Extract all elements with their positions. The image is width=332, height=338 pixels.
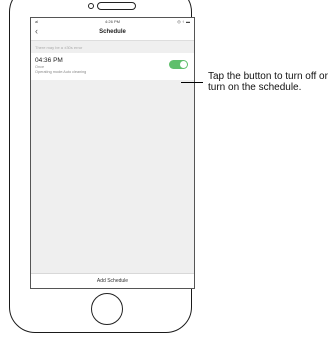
status-bar: al 4:26 PM ◎ ♀ ▬ — [31, 18, 194, 25]
schedule-mode: Operating mode:Auto cleaning — [35, 70, 87, 74]
page-title: Schedule — [99, 29, 126, 35]
schedule-toggle[interactable] — [169, 60, 188, 69]
speaker-grille — [97, 2, 136, 10]
add-schedule-button[interactable]: Add Schedule — [31, 273, 194, 288]
app-screen: al 4:26 PM ◎ ♀ ▬ ‹ Schedule There may be… — [30, 17, 195, 289]
status-icons: ◎ ♀ ▬ — [177, 19, 190, 24]
toggle-knob — [180, 61, 187, 68]
callout-text: Tap the button to turn off or turn on th… — [208, 71, 328, 93]
phone-frame: al 4:26 PM ◎ ♀ ▬ ‹ Schedule There may be… — [9, 0, 195, 333]
error-notice: There may be a ±30s error — [35, 45, 83, 50]
callout-leader-line — [181, 82, 203, 83]
schedule-item[interactable]: 04:36 PM Once Operating mode:Auto cleani… — [31, 53, 194, 80]
schedule-time: 04:36 PM — [35, 57, 63, 64]
camera-dot — [88, 3, 94, 9]
home-button[interactable] — [91, 293, 123, 325]
nav-bar: ‹ Schedule — [31, 25, 194, 41]
status-time: 4:26 PM — [105, 19, 120, 24]
